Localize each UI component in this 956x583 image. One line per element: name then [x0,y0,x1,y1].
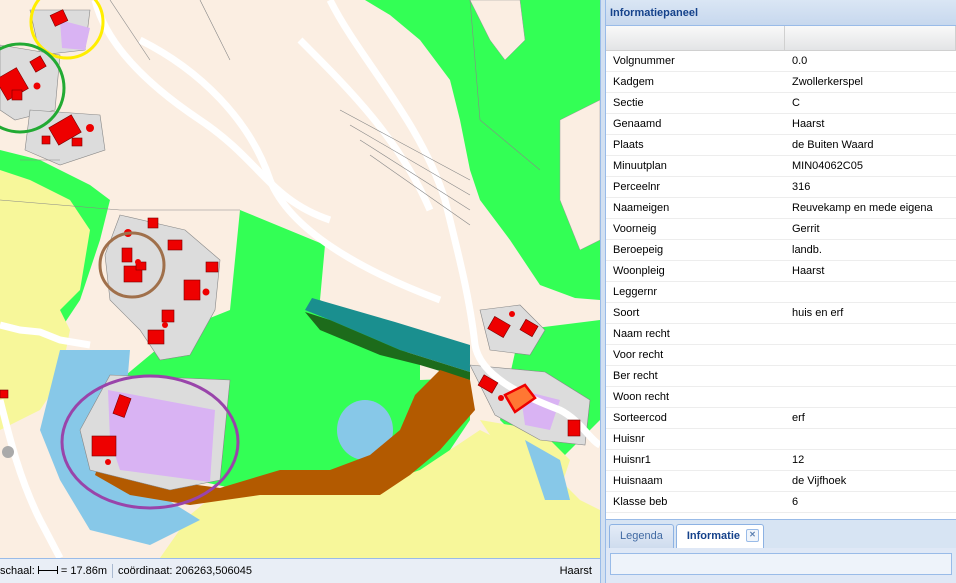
attribute-value: 316 [792,181,811,193]
attribute-name: Huisnr [613,433,645,445]
attribute-value: 12 [792,454,805,466]
attribute-name: Perceelnr [613,181,661,193]
attribute-value: 6 [792,496,799,508]
grid-row[interactable]: Ber recht [606,366,956,387]
attribute-name: Naameigen [613,202,670,214]
attribute-name: Minuutplan [613,160,667,172]
place-name: Haarst [559,565,592,577]
grid-row[interactable]: Sectie C [606,93,956,114]
attribute-value: Zwollerkerspel [792,76,863,88]
map-canvas[interactable] [0,0,600,558]
map-view[interactable] [0,0,600,558]
grid-row[interactable]: Plaats de Buiten Waard [606,135,956,156]
attribute-name: Plaats [613,139,644,151]
tab-body [606,548,956,583]
panel-tab-bar: Legenda Informatie ✕ [606,519,956,548]
coordinate-readout: coördinaat: 206263,506045 [118,565,252,577]
attribute-value: erf [792,412,805,424]
grid-row[interactable]: Naameigen Reuvekamp en mede eigena [606,198,956,219]
grid-row[interactable]: Huisnr1 12 [606,450,956,471]
attribute-name: Sectie [613,97,644,109]
grid-header-key-column[interactable] [606,26,785,50]
grid-row[interactable]: Kadgem Zwollerkerspel [606,72,956,93]
attribute-name: Kadgem [613,76,654,88]
grid-header [606,26,956,51]
attribute-value: de Buiten Waard [792,139,874,151]
attribute-name: Naam recht [613,328,670,340]
attribute-value: landb. [792,244,822,256]
attribute-name: Beroepeig [613,244,664,256]
attribute-value: Gerrit [792,223,820,235]
grid-row[interactable]: Leggernr [606,282,956,303]
attribute-name: Voor recht [613,349,664,361]
tab-legenda[interactable]: Legenda [609,524,674,548]
scale-value: = 17.86m [60,565,108,577]
attribute-value: 0.0 [792,55,808,67]
attribute-value: Reuvekamp en mede eigena [792,202,933,214]
grid-row[interactable]: Soort huis en erf [606,303,956,324]
status-separator [112,564,114,578]
tab-content-area [610,553,952,575]
grid-row[interactable]: Woonpleig Haarst [606,261,956,282]
status-bar: schaal: = 17.86m coördinaat: 206263,5060… [0,558,600,583]
grid-row[interactable]: Perceelnr 316 [606,177,956,198]
grid-row[interactable]: Woon recht [606,387,956,408]
attribute-name: Huisnr1 [613,454,651,466]
attribute-name: Woon recht [613,391,670,403]
attribute-name: Klasse beb [613,496,668,508]
grid-row[interactable]: Naam recht [606,324,956,345]
grid-row[interactable]: Voorneig Gerrit [606,219,956,240]
attribute-name: Huisnaam [613,475,663,487]
attribute-value: MIN04062C05 [792,160,863,172]
attribute-value: Haarst [792,118,825,130]
grid-row[interactable]: Klasse beb 6 [606,492,956,513]
attribute-name: Ber recht [613,370,658,382]
info-panel: Informatiepaneel Volgnummer 0.0 Kadgem Zwo… [605,0,956,583]
attribute-name: Leggernr [613,286,658,298]
attribute-value: Haarst [792,265,825,277]
tab-label: Informatie [686,530,741,542]
attribute-name: Voorneig [613,223,657,235]
panel-title: Informatiepaneel [606,0,956,26]
attribute-name: Volgnummer [613,55,675,67]
grid-row[interactable]: Huisnr [606,429,956,450]
grid-row[interactable]: Huisnaam de Vijfhoek [606,471,956,492]
grid-row[interactable]: Sorteercod erf [606,408,956,429]
tab-informatie[interactable]: Informatie ✕ [675,524,765,548]
attribute-name: Sorteercod [613,412,667,424]
scale-label: schaal: [0,565,35,577]
grid-row[interactable]: Beroepeig landb. [606,240,956,261]
attribute-grid[interactable]: Volgnummer 0.0 Kadgem Zwollerkerspel Secti… [606,51,956,517]
attribute-value: C [792,97,800,109]
grid-header-value-column[interactable] [785,26,956,50]
grid-row[interactable]: Voor recht [606,345,956,366]
scale-bar-icon [37,566,58,576]
close-icon[interactable]: ✕ [746,529,760,542]
attribute-name: Genaamd [613,118,662,130]
grid-row[interactable]: Genaamd Haarst [606,114,956,135]
attribute-name: Soort [613,307,640,319]
grid-row[interactable]: Volgnummer 0.0 [606,51,956,72]
grid-row[interactable]: Minuutplan MIN04062C05 [606,156,956,177]
attribute-value: de Vijfhoek [792,475,847,487]
attribute-value: huis en erf [792,307,844,319]
attribute-name: Woonpleig [613,265,665,277]
tab-label: Legenda [620,530,663,542]
